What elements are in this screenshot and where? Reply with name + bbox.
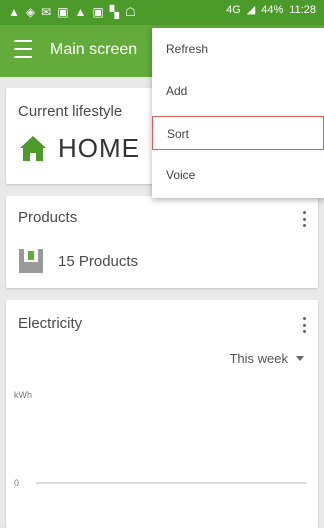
menu-item-refresh[interactable]: Refresh [152,32,324,66]
cast-icon: ◈ [25,5,36,19]
lifestyle-value: HOME [58,133,140,163]
notification-icons: ▲ ◈ ✉ ▣ ▲ ▣ ▚ ☖ [8,3,136,21]
electricity-card[interactable]: Electricity This week kWh 0 [6,300,318,528]
y-tick-label: 0 [14,478,19,488]
electricity-chart: 0 [14,478,306,488]
warning-icon: ▲ [74,5,87,19]
products-title: Products [18,209,78,226]
mail-icon: ✉ [41,5,52,19]
lifestyle-row: HOME [18,132,140,164]
image-icon: ▣ [57,5,69,19]
network-type: 4G [226,3,241,16]
signal-icon: ◢ [246,4,256,16]
status-bar: ▲ ◈ ✉ ▣ ▲ ▣ ▚ ☖ 4G ◢ 44% 11:28 [0,0,324,25]
products-count: 15 Products [58,252,139,270]
status-indicators: 4G ◢ 44% 11:28 [226,3,316,17]
image-icon: ▣ [92,5,104,19]
clock: 11:28 [289,3,316,16]
app-icon: ▚ [109,5,119,19]
lifestyle-title: Current lifestyle [18,103,123,120]
home-icon [20,136,46,161]
product-box-icon [19,249,43,273]
android-icon: ☖ [125,5,136,19]
battery-level: 44% [261,3,284,16]
overflow-menu: Refresh Add Sort Voice [152,28,324,198]
hamburger-menu-icon[interactable] [14,40,32,58]
products-row: 15 Products [18,248,138,274]
menu-item-voice[interactable]: Voice [152,158,324,192]
menu-item-add[interactable]: Add [152,74,324,108]
products-more-icon[interactable] [302,211,306,227]
products-card[interactable]: Products 15 Products [6,196,318,288]
menu-item-sort[interactable]: Sort [152,116,324,150]
app-title: Main screen [50,41,138,58]
warning-icon: ▲ [8,5,20,19]
